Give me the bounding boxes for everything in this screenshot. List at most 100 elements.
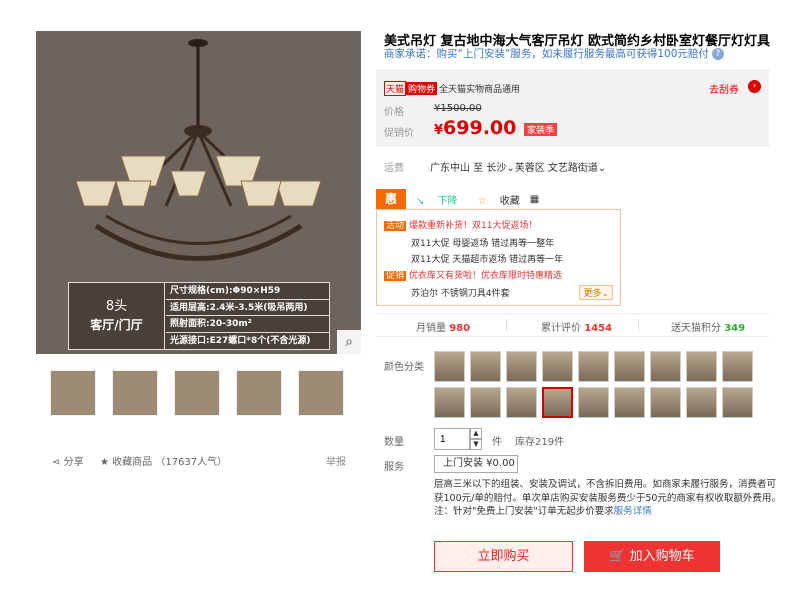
color-swatch[interactable]	[722, 351, 753, 382]
tmall-tag: 天猫	[384, 81, 407, 96]
promotion-panel: 活动 爆款重新补货！双11大促返场！ 双11大促 母婴返场 错过再等一整年 双11…	[376, 209, 621, 306]
monthly-value: 980	[449, 323, 471, 334]
cart-label: 加入购物车	[629, 549, 695, 564]
fav-count: （17637人气）	[155, 457, 228, 468]
spec-row: 照射面积:20-30m²	[166, 316, 329, 333]
promo-text: 优衣库又有货啦！优衣库限时特惠精选	[409, 271, 563, 281]
reviews-value: 1454	[584, 323, 613, 334]
review-count[interactable]: 累计评价 1454	[541, 319, 612, 334]
tmall-coupon-tag: 天猫 购物券 全天猫实物商品通用	[384, 81, 520, 96]
main-product-image: 8头 客厅/门厅 尺寸规格(cm):Φ90×H59 适用层高:2.4米-3.5米…	[36, 31, 361, 354]
shipping-label: 运费	[384, 163, 404, 174]
share-label: 分享	[63, 457, 84, 468]
currency-symbol: ¥	[434, 123, 444, 138]
stats-bar: 月销量 980 累计评价 1454 送天猫积分 349	[376, 313, 769, 337]
color-swatch[interactable]	[650, 351, 681, 382]
thumbnail[interactable]	[298, 370, 344, 416]
color-swatch[interactable]	[686, 351, 717, 382]
spec-row: 光源接口:E27螺口*8个(不含光源)	[170, 335, 311, 346]
collect-link[interactable]: ☆ 收藏	[468, 192, 520, 207]
share-link[interactable]: ⋖ 分享	[52, 453, 84, 468]
thumbnail[interactable]	[112, 370, 158, 416]
quantity-input[interactable]	[434, 428, 470, 450]
price-drop-link[interactable]: ↘ 下降	[416, 192, 458, 207]
color-swatch[interactable]	[506, 351, 537, 382]
spec-row: 尺寸规格(cm):Φ90×H59	[166, 283, 329, 300]
service-text: 层高三米以下的组装、安装及调试，不含拆旧费用。如商家未履行服务，消费者可获100…	[434, 479, 781, 517]
activity-tag: 活动	[384, 221, 407, 231]
add-to-cart-button[interactable]: 🛒 加入购物车	[584, 541, 720, 572]
price-badge: 家装季	[524, 123, 558, 136]
quantity-label: 数量	[384, 437, 404, 448]
quantity-up-icon[interactable]: ▲	[470, 428, 482, 439]
price-box: 天猫 购物券 全天猫实物商品通用 去刮券 › 价格 ¥1500.00 促销价 ¥69…	[376, 69, 769, 147]
thumbnail[interactable]	[50, 370, 96, 416]
voucher-text: 全天猫实物商品通用	[439, 85, 521, 95]
color-label: 颜色分类	[384, 362, 424, 373]
discount-tab[interactable]: 惠	[376, 189, 406, 209]
service-label: 服务	[384, 462, 404, 473]
quantity-unit: 件	[492, 437, 502, 448]
promo-row[interactable]: 促销 优衣库又有货啦！优衣库限时特惠精选	[384, 268, 562, 281]
thumbnail[interactable]	[236, 370, 282, 416]
star-icon: ★	[100, 457, 109, 468]
color-swatch[interactable]	[614, 387, 645, 418]
service-description: 层高三米以下的组装、安装及调试，不含拆旧费用。如商家未履行服务，消费者可获100…	[434, 478, 784, 519]
color-swatch[interactable]	[542, 351, 573, 382]
seller-promise: 商家承诺：购买“上门安装”服务，如未履行服务最高可获得100元赔付?	[384, 46, 724, 61]
reviews-label: 累计评价	[541, 323, 581, 334]
install-service-button[interactable]: 上门安装 ¥0.00	[434, 455, 518, 473]
help-icon[interactable]: ?	[711, 48, 724, 60]
coupon-link[interactable]: 去刮券	[709, 81, 739, 96]
promo-row[interactable]: 活动 爆款重新补货！双11大促返场！	[384, 218, 537, 231]
color-swatch[interactable]	[614, 351, 645, 382]
divider	[638, 319, 639, 331]
color-swatch[interactable]	[578, 351, 609, 382]
zoom-search-icon[interactable]: ⌕	[337, 330, 361, 354]
sale-tag: 促销	[384, 271, 407, 281]
color-swatch[interactable]	[650, 387, 681, 418]
thumbnail-strip	[50, 370, 344, 416]
promo-row[interactable]: 双11大促 天猫超市返场 错过再等一年	[411, 252, 563, 265]
quantity-down-icon[interactable]: ▼	[470, 439, 482, 450]
spec-row: 适用层高:2.4米-3.5米(吸吊两用)	[166, 300, 329, 316]
collect-label: 收藏	[499, 195, 520, 207]
qr-code-icon[interactable]: ▦	[530, 194, 539, 205]
buy-now-button[interactable]: 立即购买	[434, 541, 573, 572]
price-label: 价格	[384, 107, 404, 118]
points: 送天猫积分 349	[671, 319, 745, 334]
favorite-link[interactable]: ★ 收藏商品 （17637人气）	[100, 453, 227, 468]
color-swatch[interactable]	[470, 387, 501, 418]
voucher-tag: 购物券	[406, 82, 438, 95]
spec-heads: 8头	[105, 299, 128, 314]
stock-count: 库存219件	[515, 437, 565, 448]
spec-room: 客厅/门厅	[90, 318, 143, 332]
promo-row[interactable]: 苏泊尔 不锈钢刀具4件套	[411, 286, 510, 299]
color-swatch[interactable]	[470, 351, 501, 382]
promo-text: 爆款重新补货！双11大促返场！	[409, 221, 538, 231]
color-swatch[interactable]	[434, 387, 465, 418]
promo-price: ¥699.00	[434, 117, 516, 139]
tool-row: 惠 ↘ 下降 ☆ 收藏 ▦	[376, 189, 539, 209]
points-label: 送天猫积分	[671, 323, 721, 334]
color-swatch[interactable]	[722, 387, 753, 418]
monthly-sales: 月销量 980	[416, 319, 470, 334]
service-detail-link[interactable]: 服务详情	[614, 506, 652, 517]
thumbnail[interactable]	[174, 370, 220, 416]
original-price: ¥1500.00	[434, 103, 482, 114]
arrow-right-icon[interactable]: ›	[748, 80, 761, 93]
promise-text: 商家承诺：购买“上门安装”服务，如未履行服务最高可获得100元赔付	[384, 48, 709, 60]
fav-label: 收藏商品	[112, 457, 153, 468]
more-button[interactable]: 更多⌄	[579, 285, 613, 300]
price-drop-label: 下降	[437, 195, 458, 207]
promo-row[interactable]: 双11大促 母婴返场 错过再等一整年	[411, 236, 554, 249]
color-swatch[interactable]	[434, 351, 465, 382]
report-link[interactable]: 举报	[326, 453, 346, 468]
color-swatch[interactable]	[506, 387, 537, 418]
color-swatch[interactable]	[542, 387, 573, 418]
color-swatch[interactable]	[578, 387, 609, 418]
spec-table: 8头 客厅/门厅 尺寸规格(cm):Φ90×H59 适用层高:2.4米-3.5米…	[68, 282, 330, 350]
color-swatch[interactable]	[686, 387, 717, 418]
shipping-destination[interactable]: 广东中山 至 长沙⌄芙蓉区 文艺路街道⌄	[430, 159, 606, 174]
points-value: 349	[724, 323, 746, 334]
